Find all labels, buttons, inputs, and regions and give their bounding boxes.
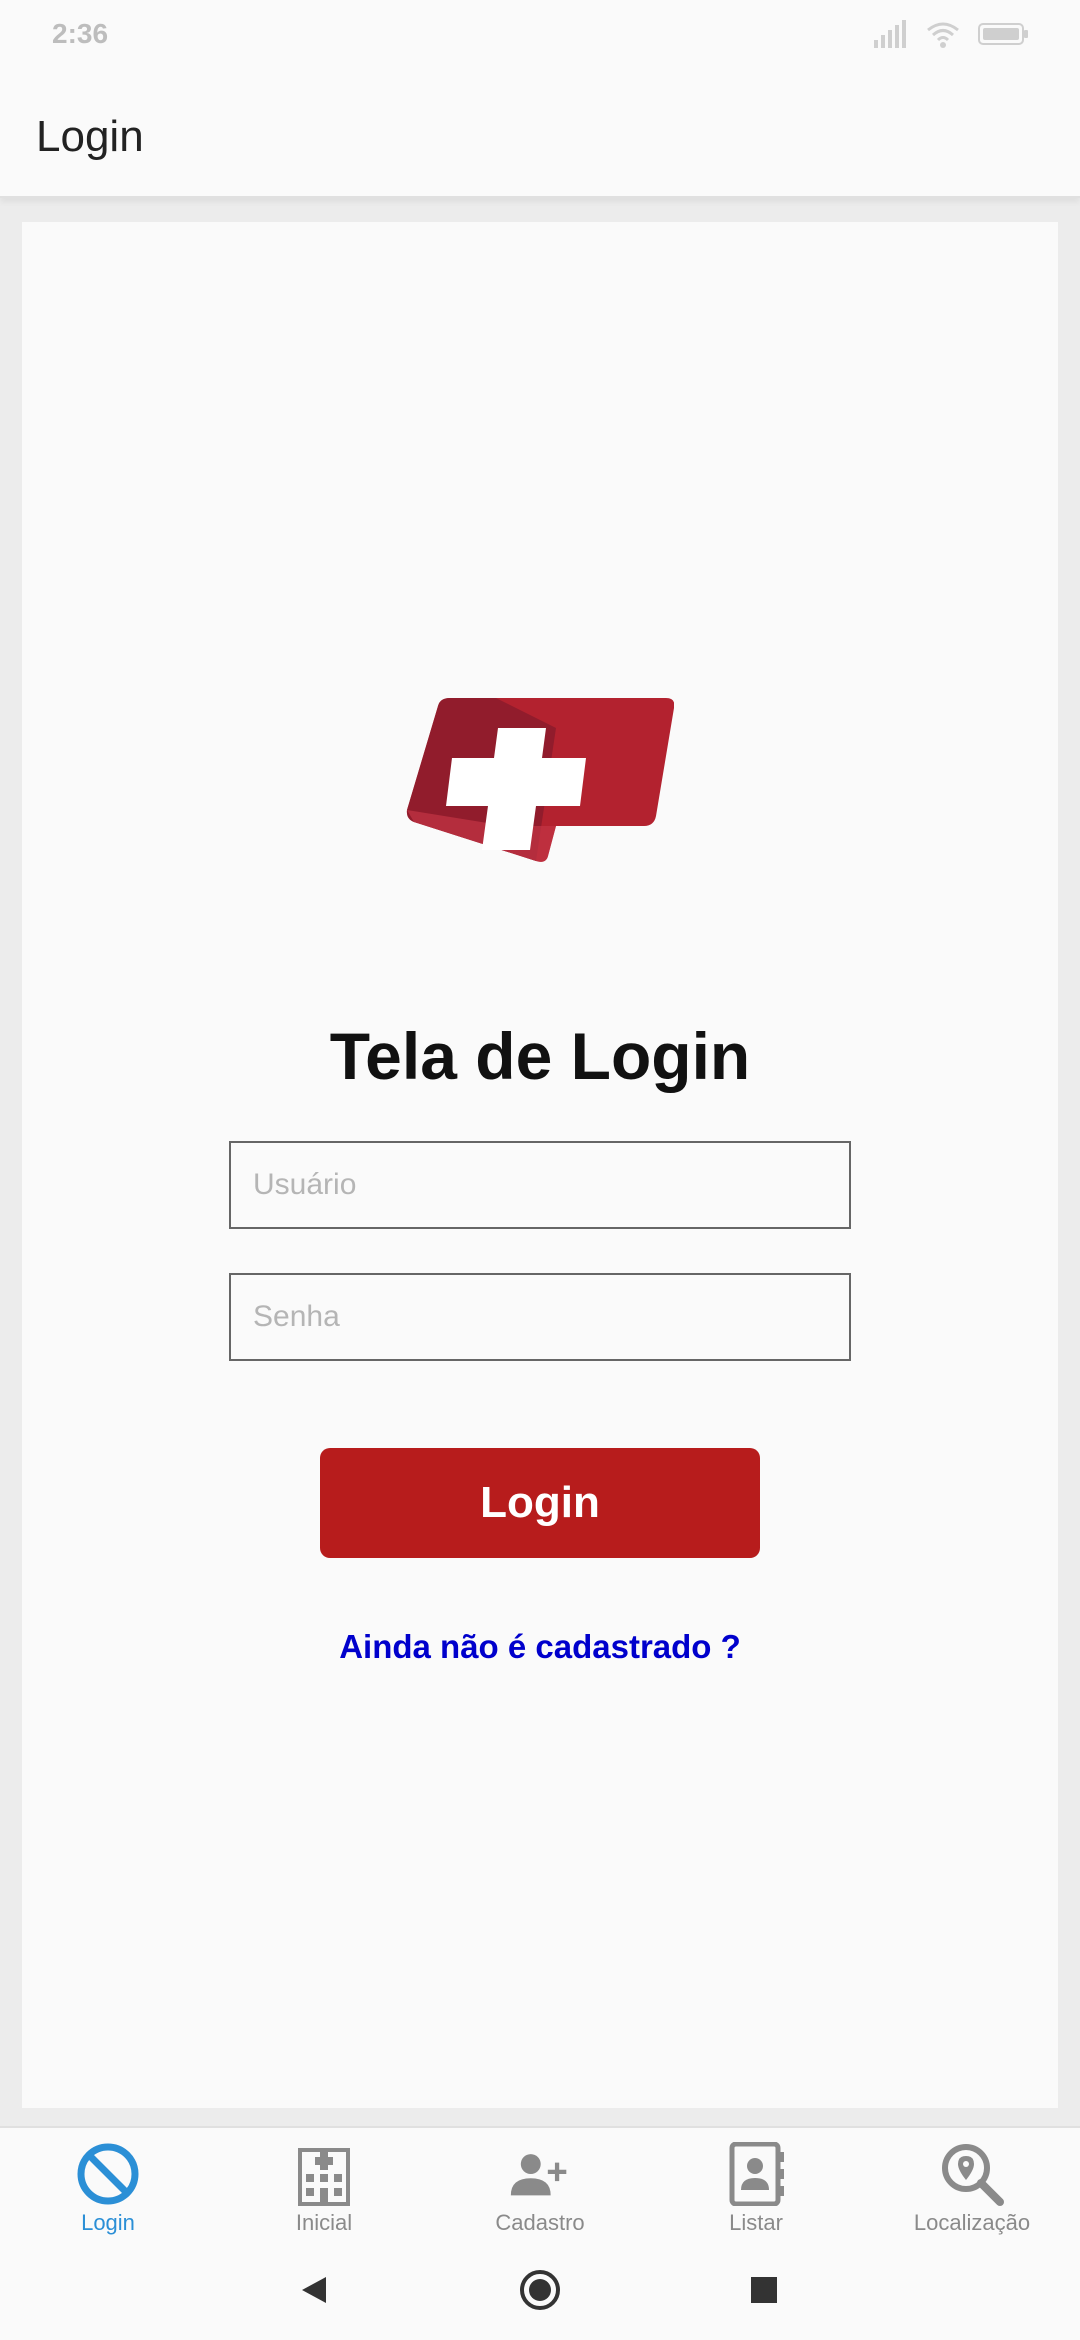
status-bar: 2:36	[0, 0, 1080, 70]
system-nav-bar	[0, 2238, 1080, 2340]
tab-label: Inicial	[295, 2210, 353, 2235]
tab-login[interactable]: Login	[0, 2128, 216, 2240]
tab-label: Localização	[913, 2210, 1031, 2235]
app-bar: Login	[0, 70, 1080, 198]
tab-label: Listar	[729, 2210, 783, 2235]
signal-icon	[874, 20, 906, 48]
wifi-icon	[927, 22, 959, 48]
recents-icon[interactable]	[742, 2268, 786, 2312]
login-heading: Tela de Login	[329, 1019, 751, 1093]
tab-listar[interactable]: Listar	[648, 2128, 864, 2240]
password-input[interactable]	[229, 1273, 851, 1361]
page-title: Login	[36, 112, 144, 161]
home-icon[interactable]	[518, 2268, 562, 2312]
back-icon[interactable]	[292, 2268, 336, 2312]
login-button[interactable]: Login	[320, 1448, 760, 1558]
tab-localizacao[interactable]: Localização	[864, 2128, 1080, 2240]
location-search-icon	[940, 2142, 1004, 2206]
status-time: 2:36	[52, 18, 109, 49]
tab-inicial[interactable]: Inicial	[216, 2128, 432, 2240]
battery-icon	[978, 23, 1028, 45]
bottom-nav: Login Inicial Cadastro Listar Localizaçã…	[0, 2126, 1080, 2238]
add-user-icon	[508, 2142, 572, 2206]
health-cross-logo	[406, 698, 674, 862]
signup-link[interactable]: Ainda não é cadastrado ?	[0, 1628, 1080, 1666]
hospital-icon	[292, 2142, 356, 2206]
block-icon	[76, 2142, 140, 2206]
status-icons	[874, 20, 1030, 48]
contacts-book-icon	[724, 2142, 788, 2206]
tab-cadastro[interactable]: Cadastro	[432, 2128, 648, 2240]
tab-label: Cadastro	[495, 2210, 585, 2235]
username-input[interactable]	[229, 1141, 851, 1229]
tab-label: Login	[81, 2210, 135, 2235]
